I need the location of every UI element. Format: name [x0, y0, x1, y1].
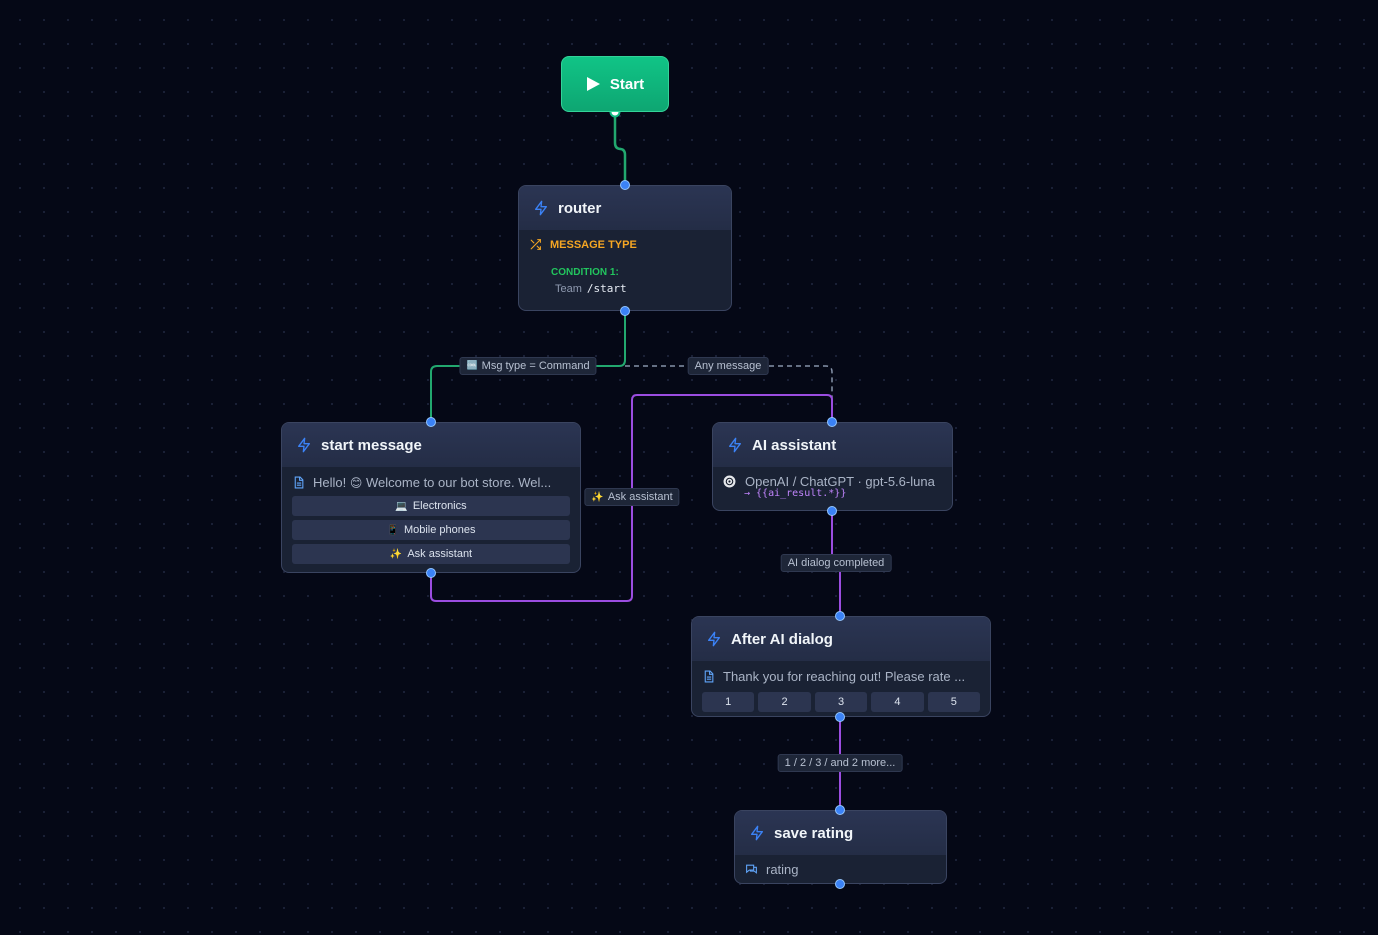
edge-label-command[interactable]: 🆒 Msg type = Command [459, 357, 597, 375]
save-rating-variable: rating [766, 861, 799, 877]
router-node[interactable]: router MESSAGE TYPE CONDITION 1: Team /s… [518, 185, 732, 311]
save-rating-output-handle[interactable] [835, 879, 845, 889]
start-message-text: Hello! 😊 Welcome to our bot store. Wel..… [313, 474, 552, 490]
document-icon [702, 670, 715, 683]
after-ai-dialog-header: After AI dialog [692, 617, 990, 661]
cool-icon: 🆒 [466, 361, 478, 371]
bolt-icon [706, 631, 722, 647]
after-ai-message-text: Thank you for reaching out! Please rate … [723, 668, 966, 684]
router-input-handle[interactable] [620, 180, 630, 190]
after-ai-output-handle[interactable] [835, 712, 845, 722]
rating-option-1[interactable]: 1 [702, 692, 755, 712]
start-message-header: start message [282, 423, 580, 467]
start-message-title: start message [321, 436, 422, 454]
edge-label-ai-dialog-completed[interactable]: AI dialog completed [780, 554, 892, 572]
after-ai-input-handle[interactable] [835, 611, 845, 621]
ai-assistant-output-handle[interactable] [827, 506, 837, 516]
start-message-output-handle[interactable] [426, 568, 436, 578]
router-header: router [519, 186, 731, 230]
save-rating-input-handle[interactable] [835, 805, 845, 815]
after-ai-dialog-node[interactable]: After AI dialog Thank you for reaching o… [691, 616, 991, 717]
edge-label-rating-options[interactable]: 1 / 2 / 3 / and 2 more... [777, 754, 903, 772]
shuffle-icon [529, 238, 542, 251]
condition-value: /start [586, 282, 627, 295]
condition-label: CONDITION 1: [551, 267, 619, 278]
ai-assistant-header: AI assistant [713, 423, 952, 467]
phone-icon: 📱 [386, 524, 399, 536]
router-title: router [558, 199, 602, 217]
ai-provider: OpenAI / ChatGPT · gpt-5.6-luna [745, 473, 935, 489]
rating-option-3[interactable]: 3 [814, 692, 868, 712]
document-icon [292, 476, 305, 489]
edges-layer [430, 106, 841, 810]
bolt-icon [749, 825, 765, 841]
after-ai-dialog-title: After AI dialog [731, 630, 833, 648]
bolt-icon [296, 437, 312, 453]
save-rating-node[interactable]: save rating rating [734, 810, 947, 884]
edge-start-router[interactable] [613, 112, 627, 185]
laptop-icon: 💻 [395, 500, 408, 512]
condition-field: Team [555, 283, 582, 295]
chat-icon [745, 863, 758, 876]
button-electronics[interactable]: 💻 Electronics [292, 496, 570, 516]
ai-output-var: → {{ai_result.*}} [744, 488, 847, 499]
rating-options: 1 2 3 4 5 [702, 692, 981, 712]
ai-assistant-title: AI assistant [752, 436, 837, 454]
start-message-node[interactable]: start message Hello! 😊 Welcome to our bo… [281, 422, 581, 573]
sparkles-icon: ✨ [389, 548, 403, 560]
save-rating-title: save rating [774, 824, 854, 842]
router-section-label: MESSAGE TYPE [550, 238, 637, 251]
button-ask-assistant[interactable]: ✨ Ask assistant [292, 544, 570, 564]
button-mobile-phones[interactable]: 📱 Mobile phones [292, 520, 570, 540]
save-rating-header: save rating [735, 811, 946, 855]
ai-assistant-node[interactable]: AI assistant OpenAI / ChatGPT · gpt-5.6-… [712, 422, 953, 511]
start-node[interactable]: Start [561, 56, 669, 112]
edge-label-ask-assistant[interactable]: ✨ Ask assistant [584, 488, 680, 506]
start-message-input-handle[interactable] [426, 417, 436, 427]
rating-option-4[interactable]: 4 [871, 692, 924, 712]
openai-icon [723, 475, 736, 488]
router-output-handle[interactable] [620, 306, 630, 316]
sparkles-icon: ✨ [591, 491, 604, 503]
start-label: Start [609, 75, 645, 93]
rating-option-5[interactable]: 5 [927, 692, 981, 712]
play-icon [586, 76, 601, 92]
bolt-icon [533, 200, 549, 216]
ai-assistant-input-handle[interactable] [827, 417, 837, 427]
rating-option-2[interactable]: 2 [758, 692, 811, 712]
edge-label-any-message[interactable]: Any message [687, 357, 769, 375]
bolt-icon [727, 437, 743, 453]
